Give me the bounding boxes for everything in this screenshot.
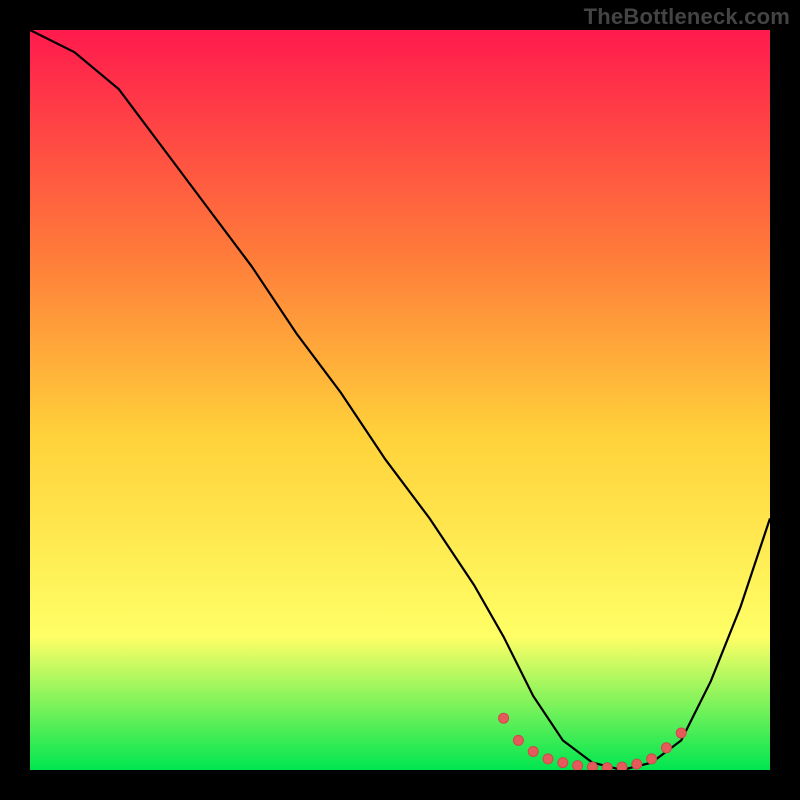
optimal-marker [661,743,671,753]
optimal-marker [543,754,553,764]
watermark-text: TheBottleneck.com [584,4,790,30]
gradient-background [30,30,770,770]
chart-frame: TheBottleneck.com [0,0,800,800]
optimal-marker [647,754,657,764]
optimal-marker [587,762,597,770]
optimal-marker [573,761,583,770]
optimal-marker [602,763,612,770]
optimal-marker [617,762,627,770]
chart-svg [30,30,770,770]
optimal-marker [499,713,509,723]
optimal-marker [558,758,568,768]
optimal-marker [676,728,686,738]
plot-area [30,30,770,770]
optimal-marker [632,759,642,769]
optimal-marker [528,747,538,757]
optimal-marker [513,735,523,745]
